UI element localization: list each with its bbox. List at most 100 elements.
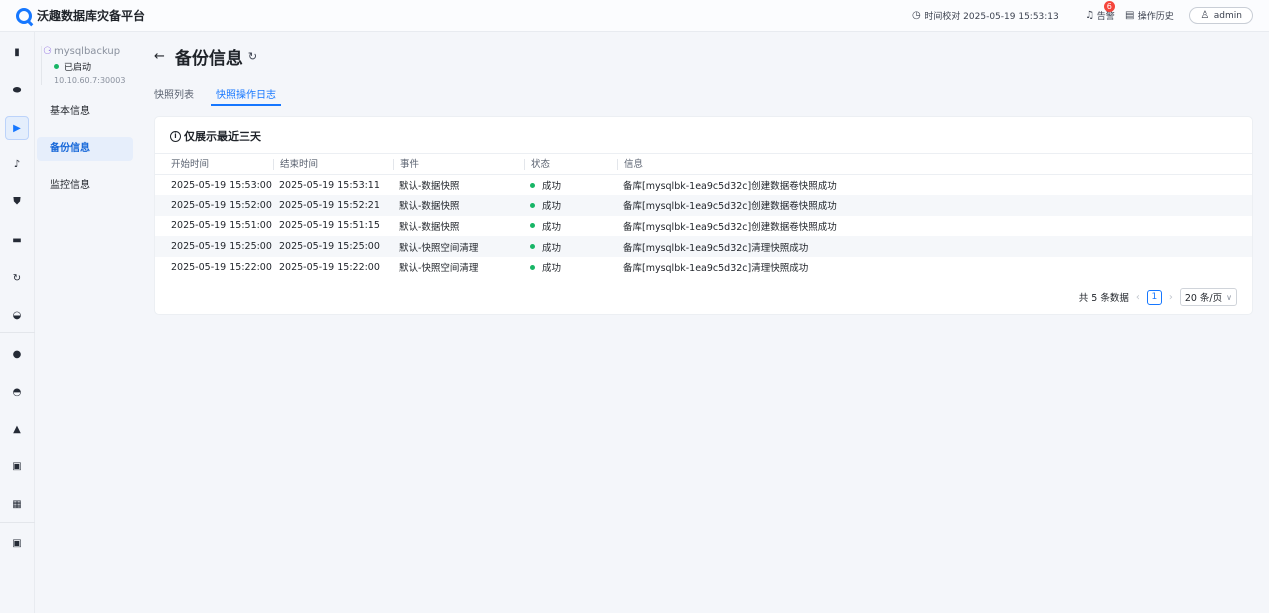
user-menu-button[interactable]: ♙ admin <box>1188 7 1253 24</box>
cell-status: 成功 <box>524 236 617 257</box>
chevron-down-icon: ∨ <box>1226 292 1232 302</box>
column-header: 开始时间 <box>155 153 273 175</box>
table-row: 2025-05-19 15:25:00 2025-05-19 15:25:00 … <box>155 236 1252 257</box>
rail-clipboard-icon[interactable]: ▦ <box>5 492 29 516</box>
table-row: 2025-05-19 15:22:00 2025-05-19 15:22:00 … <box>155 257 1252 278</box>
log-card: i 仅展示最近三天 开始时间 结束时间 事件 状态 信息 2025-05-19 … <box>154 116 1253 315</box>
clock-icon: ◷ <box>911 10 921 21</box>
rail-disk-icon[interactable]: ◓ <box>5 380 29 404</box>
cell-end: 2025-05-19 15:51:15 <box>279 220 380 232</box>
status-dot <box>530 244 535 250</box>
rail-user-icon[interactable]: ▲ <box>5 417 29 441</box>
cell-start: 2025-05-19 15:51:00 <box>171 220 272 232</box>
page-number-button[interactable]: 1 <box>1146 289 1162 305</box>
prev-page-icon[interactable]: ‹ <box>1136 292 1140 303</box>
nav-item-backup-info[interactable]: 备份信息 <box>37 137 133 161</box>
rail-location-icon[interactable]: ● <box>5 342 29 366</box>
page-size-value: 20 条/页 <box>1184 293 1223 304</box>
time-sync[interactable]: ◷ 时间校对 2025-05-19 15:53:13 <box>911 9 1059 22</box>
status-dot <box>54 64 59 69</box>
rail-monitor-icon[interactable]: ▣ <box>5 531 29 555</box>
cell-event: 默认-快照空间清理 <box>393 236 524 257</box>
card-notice: i 仅展示最近三天 <box>170 128 261 144</box>
tab-snapshot-log[interactable]: 快照操作日志 <box>211 86 281 106</box>
time-sync-label: 时间校对 2025-05-19 15:53:13 <box>924 12 1059 22</box>
rail-database-icon[interactable]: ⬬ <box>5 78 29 102</box>
cell-start: 2025-05-19 15:53:00 <box>171 179 272 191</box>
rail-chart-icon[interactable]: ▮ <box>5 40 29 64</box>
next-page-icon[interactable]: › <box>1169 292 1173 303</box>
nav-item-basic-info[interactable]: 基本信息 <box>37 100 133 124</box>
cell-status: 成功 <box>524 195 617 216</box>
cell-info: 备库[mysqlbk-1ea9c5d32c]创建数据卷快照成功 <box>623 221 837 233</box>
instance-address: 10.10.60.7:30003 <box>54 76 126 85</box>
cell-event: 默认-数据快照 <box>393 195 524 216</box>
top-bar: 沃趣数据库灾备平台 ◷ 时间校对 2025-05-19 15:53:13 ♫ 告… <box>0 0 1269 32</box>
info-icon: i <box>170 130 181 142</box>
status-dot <box>530 223 535 229</box>
rail-shield-icon[interactable]: ⛊ <box>5 189 29 213</box>
cell-end: 2025-05-19 15:25:00 <box>273 236 393 257</box>
cell-event: 默认-数据快照 <box>399 221 460 233</box>
bell-icon: ♫ <box>1085 10 1095 21</box>
column-header: 信息 <box>617 153 1252 175</box>
rail-loop-icon[interactable]: ↻ <box>5 266 29 290</box>
icon-rail: ▮ ⬬ ▶ ♪ ⛊ ▬ ↻ ◒ ● ◓ ▲ ▣ ▦ ▣ <box>0 32 35 613</box>
table-row: 2025-05-19 15:51:00 2025-05-19 15:51:15 … <box>155 216 1252 237</box>
history-icon: ▤ <box>1125 10 1135 21</box>
app-title: 沃趣数据库灾备平台 <box>37 9 146 23</box>
instance-status: 已启动 <box>64 63 92 73</box>
rail-divider <box>0 332 35 333</box>
cell-start: 2025-05-19 15:22:00 <box>171 261 272 273</box>
history-label: 操作历史 <box>1137 12 1174 22</box>
sub-sidebar: ⚆ mysqlbackup 已启动 10.10.60.7:30003 基本信息 … <box>35 32 135 613</box>
back-arrow-icon[interactable]: ← <box>154 49 165 64</box>
status-dot <box>530 202 535 208</box>
log-table: 开始时间 结束时间 事件 状态 信息 2025-05-19 15:53:00 2… <box>155 153 1252 277</box>
brand-logo-icon <box>16 7 32 24</box>
cell-end: 2025-05-19 15:53:11 <box>279 179 380 191</box>
tab-snapshot-list[interactable]: 快照列表 <box>154 86 194 106</box>
refresh-icon[interactable]: ↻ <box>248 50 257 63</box>
rail-doc-icon[interactable]: ▣ <box>5 454 29 478</box>
cell-end: 2025-05-19 15:52:21 <box>273 195 393 216</box>
notice-text: 仅展示最近三天 <box>184 130 261 143</box>
cell-status: 成功 <box>524 216 617 237</box>
table-header-row: 开始时间 结束时间 事件 状态 信息 <box>155 153 1252 175</box>
user-name: admin <box>1213 10 1242 21</box>
pagination: 共 5 条数据 ‹ 1 › 20 条/页 ∨ <box>1079 288 1237 306</box>
cell-start: 2025-05-19 15:25:00 <box>155 236 273 257</box>
column-header: 事件 <box>393 153 524 175</box>
cell-event: 默认-数据快照 <box>399 181 460 193</box>
cell-info: 备库[mysqlbk-1ea9c5d32c]清理快照成功 <box>617 236 1252 257</box>
cell-info: 备库[mysqlbk-1ea9c5d32c]创建数据卷快照成功 <box>623 181 837 193</box>
cell-status: 成功 <box>524 257 617 278</box>
alarm-badge: 6 <box>1103 1 1115 12</box>
cell-status: 成功 <box>524 175 617 196</box>
cell-info: 备库[mysqlbk-1ea9c5d32c]清理快照成功 <box>623 263 809 275</box>
cell-end: 2025-05-19 15:22:00 <box>279 261 380 273</box>
cell-event: 默认-快照空间清理 <box>399 263 479 275</box>
topology-icon: ⚆ <box>43 46 52 57</box>
page-size-select[interactable]: 20 条/页 ∨ <box>1179 288 1237 306</box>
nav-item-monitor-info[interactable]: 监控信息 <box>37 174 133 198</box>
table-row: 2025-05-19 15:53:00 2025-05-19 15:53:11 … <box>155 175 1252 196</box>
rail-car-icon[interactable]: ▬ <box>5 228 29 252</box>
rail-speed-icon[interactable]: ◒ <box>5 303 29 327</box>
total-count: 共 5 条数据 <box>1078 293 1129 304</box>
page-title: 备份信息 <box>174 49 243 69</box>
column-header: 结束时间 <box>273 153 393 175</box>
user-icon: ♙ <box>1200 10 1210 21</box>
instance-info: ⚆ mysqlbackup 已启动 10.10.60.7:30003 <box>41 46 125 85</box>
rail-backup-icon[interactable]: ▶ <box>5 116 29 140</box>
rail-music-icon[interactable]: ♪ <box>5 152 29 176</box>
column-header: 状态 <box>524 153 617 175</box>
rail-divider <box>0 522 35 523</box>
history-button[interactable]: ▤ 操作历史 <box>1125 9 1174 22</box>
cell-info: 备库[mysqlbk-1ea9c5d32c]创建数据卷快照成功 <box>617 195 1252 216</box>
status-dot <box>530 182 535 188</box>
alarm-button[interactable]: ♫ 告警 6 <box>1085 1 1115 22</box>
brand[interactable]: 沃趣数据库灾备平台 <box>16 7 145 24</box>
tab-bar: 快照列表 快照操作日志 <box>154 86 303 106</box>
instance-name: mysqlbackup <box>53 46 121 57</box>
